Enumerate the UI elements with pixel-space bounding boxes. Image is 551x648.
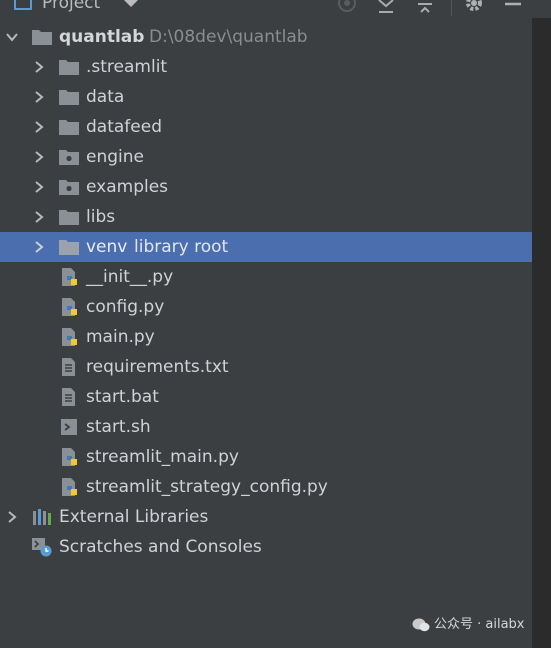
- tree-item-init-py[interactable]: __init__.py: [0, 262, 532, 292]
- chevron-right-icon[interactable]: [4, 502, 20, 532]
- tree-item-start-bat[interactable]: start.bat: [0, 382, 532, 412]
- watermark: 公众号 · ailabx: [412, 612, 525, 638]
- locate-icon[interactable]: [336, 0, 358, 14]
- chevron-right-icon[interactable]: [31, 52, 47, 82]
- tree-item-label: start.bat: [86, 387, 159, 407]
- package-folder-icon: [59, 150, 79, 165]
- tree-item-label: Scratches and Consoles: [59, 537, 262, 557]
- folder-icon: [59, 240, 79, 255]
- tree-item-libs[interactable]: libs: [0, 202, 532, 232]
- chevron-right-icon[interactable]: [31, 82, 47, 112]
- tree-root-row[interactable]: quantlab D:\08dev\quantlab: [0, 22, 532, 52]
- tree-item-label: libs: [86, 207, 116, 227]
- toolbar-separator: [451, 0, 452, 16]
- gear-icon[interactable]: [463, 0, 485, 14]
- tree-item-label: main.py: [86, 327, 155, 347]
- tree-item-external-libraries[interactable]: External Libraries: [0, 502, 532, 532]
- tree-item-label: streamlit_main.py: [86, 447, 239, 467]
- wechat-icon: [412, 618, 430, 631]
- tree-item-engine[interactable]: engine: [0, 142, 532, 172]
- tree-item-label: start.sh: [86, 417, 151, 437]
- tree-item-streamlit-strategy-config[interactable]: streamlit_strategy_config.py: [0, 472, 532, 502]
- folder-icon: [59, 120, 79, 135]
- tree-item-data[interactable]: data: [0, 82, 532, 112]
- scrollbar-track[interactable]: [532, 18, 551, 648]
- chevron-right-icon[interactable]: [31, 142, 47, 172]
- tree-item-label: config.py: [86, 297, 165, 317]
- tree-item-label: datafeed: [86, 117, 162, 137]
- collapse-all-icon[interactable]: [414, 0, 436, 14]
- tree-item-label: External Libraries: [59, 507, 209, 527]
- python-file-icon: [62, 298, 77, 316]
- tree-item-streamlit[interactable]: .streamlit: [0, 52, 532, 82]
- project-title[interactable]: Project: [42, 0, 100, 12]
- tree-item-label: data: [86, 87, 125, 107]
- library-root-tag: library root: [134, 237, 229, 257]
- chevron-right-icon[interactable]: [31, 112, 47, 142]
- folder-icon: [59, 60, 79, 75]
- package-folder-icon: [59, 180, 79, 195]
- project-toolbar: Project: [0, 0, 551, 18]
- chevron-down-icon[interactable]: [4, 22, 20, 52]
- tree-item-label: venv: [86, 237, 128, 257]
- tree-root-path: D:\08dev\quantlab: [149, 27, 308, 47]
- tree-item-label: engine: [86, 147, 144, 167]
- minimize-icon[interactable]: [502, 0, 524, 14]
- tree-item-examples[interactable]: examples: [0, 172, 532, 202]
- folder-icon: [32, 30, 52, 45]
- scratches-icon: [32, 538, 52, 557]
- tree-root-label: quantlab: [59, 27, 145, 47]
- tree-item-main-py[interactable]: main.py: [0, 322, 532, 352]
- watermark-text: 公众号 · ailabx: [434, 617, 525, 632]
- tree-item-label: requirements.txt: [86, 357, 229, 377]
- python-file-icon: [62, 448, 77, 466]
- tree-item-start-sh[interactable]: start.sh: [0, 412, 532, 442]
- tree-item-label: __init__.py: [86, 267, 174, 287]
- project-tree-panel: quantlab D:\08dev\quantlab .streamlit da…: [0, 18, 532, 648]
- tree-item-venv[interactable]: venv library root: [0, 232, 532, 262]
- folder-icon: [59, 90, 79, 105]
- tree-item-datafeed[interactable]: datafeed: [0, 112, 532, 142]
- chevron-right-icon[interactable]: [31, 232, 47, 262]
- shell-file-icon: [61, 419, 77, 435]
- python-file-icon: [62, 328, 77, 346]
- tree-item-requirements[interactable]: requirements.txt: [0, 352, 532, 382]
- folder-icon: [59, 210, 79, 225]
- python-file-icon: [62, 268, 77, 286]
- tree-item-label: .streamlit: [86, 57, 168, 77]
- tree-item-scratches[interactable]: Scratches and Consoles: [0, 532, 532, 562]
- project-icon: [14, 0, 32, 10]
- chevron-right-icon[interactable]: [31, 202, 47, 232]
- python-file-icon: [62, 478, 77, 496]
- library-bars-icon: [33, 509, 51, 525]
- text-file-icon: [62, 358, 75, 376]
- tree-item-streamlit-main[interactable]: streamlit_main.py: [0, 442, 532, 472]
- tree-item-config-py[interactable]: config.py: [0, 292, 532, 322]
- dropdown-icon[interactable]: [124, 0, 138, 7]
- text-file-icon: [62, 388, 75, 406]
- expand-all-icon[interactable]: [375, 0, 397, 14]
- tree-item-label: streamlit_strategy_config.py: [86, 477, 328, 497]
- tree-item-label: examples: [86, 177, 169, 197]
- chevron-right-icon[interactable]: [31, 172, 47, 202]
